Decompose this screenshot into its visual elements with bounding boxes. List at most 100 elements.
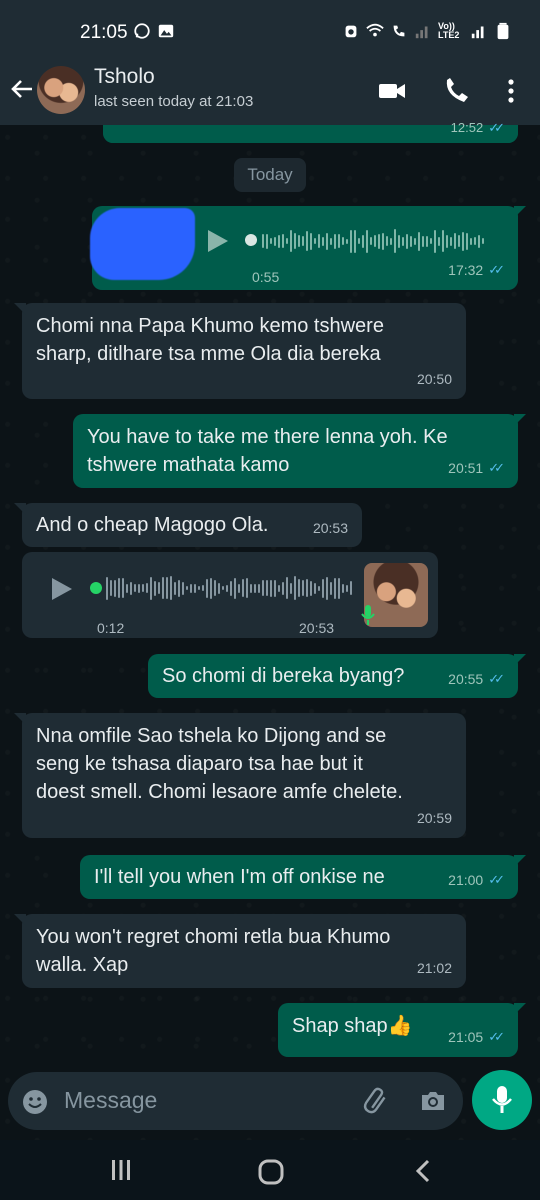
- waveform-bar: [258, 583, 260, 593]
- message-text: seng ke tshasa diaparo tsa hae but it: [36, 753, 363, 775]
- message-text: Shap shap👍: [292, 1015, 413, 1037]
- waveform-bar: [286, 238, 288, 244]
- message-input[interactable]: Message: [64, 1087, 157, 1114]
- waveform-bar: [182, 581, 184, 595]
- play-icon[interactable]: [204, 228, 230, 254]
- waveform-bar: [278, 584, 280, 592]
- back-arrow-icon[interactable]: [8, 75, 36, 103]
- recents-icon[interactable]: [108, 1158, 134, 1182]
- waveform-bar: [470, 237, 472, 245]
- message-time: 20:50: [416, 371, 452, 387]
- mic-button[interactable]: [472, 1070, 532, 1130]
- message-time: 21:02: [416, 960, 452, 976]
- waveform-bar: [406, 233, 408, 249]
- waveform-bar: [302, 580, 304, 596]
- waveform-bar: [310, 232, 312, 250]
- waveform-bar: [366, 229, 368, 253]
- message-bubble[interactable]: And o cheap Magogo Ola. 20:53: [14, 503, 362, 547]
- video-call-icon[interactable]: [378, 77, 406, 105]
- message-bubble[interactable]: I'll tell you when I'm off onkise ne 21:…: [80, 855, 526, 899]
- message-bubble[interactable]: Shap shap👍 21:05 ✓✓: [278, 1003, 526, 1057]
- waveform-bar: [310, 580, 312, 596]
- back-icon[interactable]: [412, 1158, 434, 1184]
- waveform[interactable]: [262, 228, 484, 254]
- status-time: 21:05: [80, 22, 128, 43]
- waveform-bar: [430, 238, 432, 244]
- waveform-bar: [418, 231, 420, 251]
- progress-knob[interactable]: [245, 234, 257, 246]
- play-icon[interactable]: [48, 576, 74, 602]
- waveform-bar: [410, 235, 412, 247]
- voice-duration: 0:55: [252, 269, 280, 285]
- waveform-bar: [130, 581, 132, 595]
- wifi-icon: [366, 23, 384, 37]
- waveform-bar: [210, 577, 212, 599]
- waveform-bar: [178, 579, 180, 597]
- contact-name[interactable]: Tsholo: [94, 65, 155, 89]
- waveform-bar: [438, 236, 440, 246]
- waveform-bar: [458, 235, 460, 247]
- waveform-bar: [226, 584, 228, 592]
- message-text: So chomi di bereka byang?: [162, 665, 405, 687]
- voice-message-bubble[interactable]: 0:12 20:53: [22, 552, 438, 638]
- last-seen: last seen today at 21:03: [94, 93, 254, 110]
- date-separator: Today: [234, 158, 306, 192]
- message-time: 20:51: [448, 460, 484, 476]
- voice-duration: 0:12: [97, 620, 125, 636]
- waveform-bar: [390, 237, 392, 245]
- waveform-bar: [318, 585, 320, 591]
- more-icon[interactable]: [497, 77, 525, 105]
- message-bubble[interactable]: Nna omfile Sao tshela ko Dijong and se se…: [14, 713, 466, 838]
- network-label: Vo)) LTE2: [438, 21, 460, 40]
- emoji-icon[interactable]: [22, 1089, 48, 1115]
- waveform-bar: [154, 580, 156, 596]
- waveform-bar: [142, 584, 144, 592]
- waveform-bar: [246, 578, 248, 598]
- progress-knob[interactable]: [90, 582, 102, 594]
- message-bubble[interactable]: You won't regret chomi retla bua Khumo wa…: [14, 914, 466, 988]
- waveform-bar: [442, 230, 444, 252]
- waveform-bar: [382, 232, 384, 250]
- message-bubble[interactable]: Chomi nna Papa Khumo kemo tshwere sharp, …: [14, 303, 466, 399]
- message-text: And o cheap Magogo Ola.: [36, 514, 269, 536]
- waveform-bar: [122, 578, 124, 598]
- message-text: Chomi nna Papa Khumo kemo tshwere: [36, 315, 384, 337]
- message-bubble[interactable]: You have to take me there lenna yoh. Ke t…: [73, 414, 526, 488]
- waveform-bar: [322, 236, 324, 246]
- message-time: 20:59: [416, 810, 452, 826]
- waveform-bar: [270, 579, 272, 597]
- waveform-bar: [474, 237, 476, 245]
- waveform-bar: [354, 229, 356, 253]
- waveform-bar: [386, 236, 388, 246]
- waveform-bar: [298, 235, 300, 247]
- home-icon[interactable]: [257, 1158, 285, 1186]
- waveform-bar: [286, 577, 288, 599]
- message-text: You have to take me there lenna yoh. Ke: [87, 426, 448, 448]
- message-text: sharp, ditlhare tsa mme Ola dia bereka: [36, 343, 381, 365]
- message-text: I'll tell you when I'm off onkise ne: [94, 866, 385, 888]
- waveform-bar: [326, 232, 328, 250]
- avatar[interactable]: [37, 66, 85, 114]
- waveform-bar: [222, 586, 224, 590]
- camera-icon[interactable]: [419, 1087, 447, 1115]
- read-ticks-icon: ✓✓: [488, 671, 505, 686]
- waveform-bar: [126, 583, 128, 593]
- message-bubble[interactable]: So chomi di bereka byang? 20:55 ✓✓: [148, 654, 526, 698]
- waveform-bar: [234, 577, 236, 599]
- waveform-bar: [198, 586, 200, 590]
- waveform-bar: [482, 238, 484, 244]
- waveform-bar: [330, 237, 332, 245]
- waveform[interactable]: [106, 575, 352, 601]
- waveform-bar: [278, 234, 280, 248]
- waveform-bar: [266, 233, 268, 249]
- waveform-bar: [250, 583, 252, 593]
- waveform-bar: [306, 231, 308, 251]
- waveform-bar: [190, 583, 192, 593]
- attach-icon[interactable]: [362, 1087, 390, 1115]
- waveform-bar: [294, 576, 296, 600]
- phone-icon[interactable]: [442, 77, 470, 105]
- waveform-bar: [446, 234, 448, 248]
- message-bubble-partial[interactable]: 12:52 ✓✓: [103, 120, 518, 143]
- waveform-bar: [338, 234, 340, 248]
- message-input-bar[interactable]: Message: [8, 1072, 463, 1130]
